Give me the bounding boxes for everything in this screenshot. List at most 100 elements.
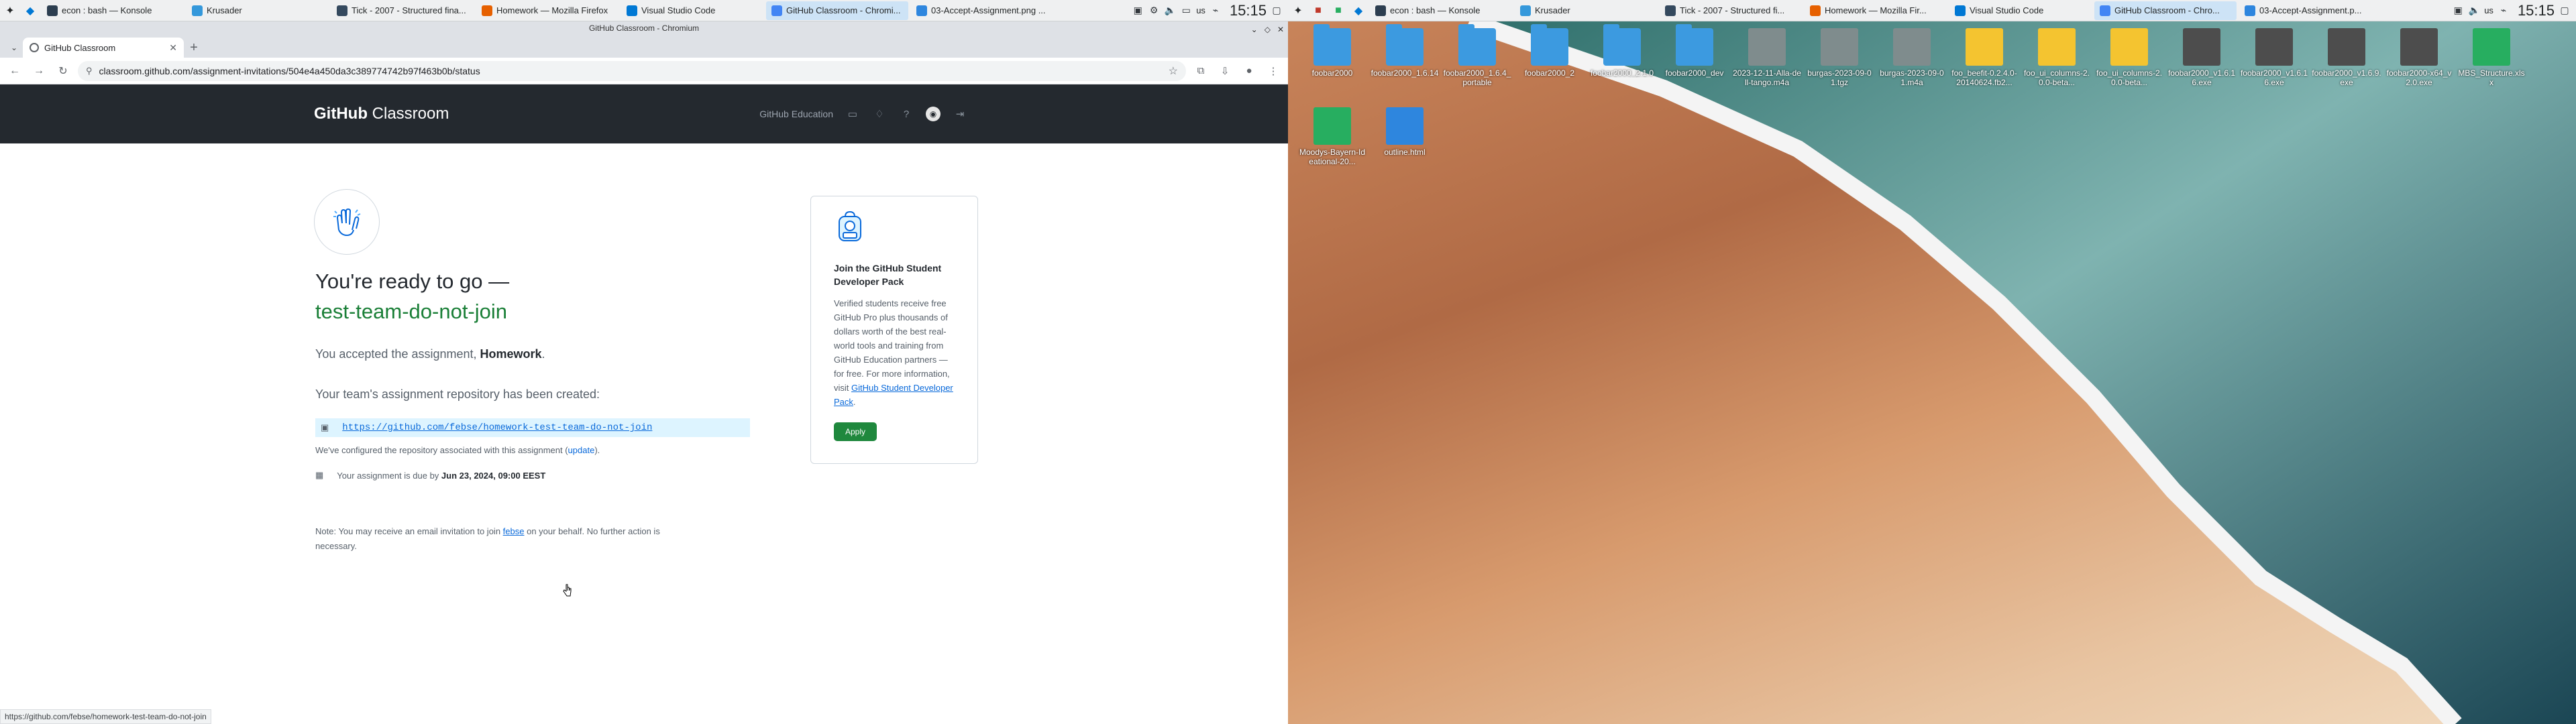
show-desktop-icon[interactable]: ▢ <box>1271 5 1283 17</box>
window-titlebar[interactable]: GitHub Classroom - Chromium ⌄ ◇ ✕ <box>0 21 1288 35</box>
taskbar-task[interactable]: GitHub Classroom - Chromi... <box>766 1 908 20</box>
clock[interactable]: 15:15 <box>2518 2 2555 19</box>
app-icon <box>916 5 927 16</box>
site-info-icon[interactable]: ⚲ <box>86 66 93 76</box>
github-favicon-icon <box>30 43 39 52</box>
back-icon[interactable]: ← <box>5 62 24 80</box>
minimize-icon[interactable]: ⌄ <box>1251 23 1258 36</box>
desktop-icon[interactable]: foobar2000_dev <box>1658 24 1731 107</box>
tray-icon[interactable]: ⚙ <box>1148 5 1160 17</box>
launcher-icon[interactable]: ■ <box>1330 2 1347 19</box>
volume-icon[interactable]: 🔈 <box>1164 5 1176 17</box>
file-icon <box>1821 28 1858 66</box>
close-tab-icon[interactable]: ✕ <box>169 42 177 54</box>
battery-icon[interactable]: ▭ <box>1180 5 1192 17</box>
chat-icon[interactable]: ▭ <box>845 107 860 121</box>
desktop-icon[interactable]: foo_ui_columns-2.0.0-beta... <box>2021 28 2093 107</box>
notifications-icon[interactable]: ♢ <box>872 107 887 121</box>
task-label: 03-Accept-Assignment.png ... <box>931 5 1046 15</box>
bookmark-star-icon[interactable]: ☆ <box>1169 64 1178 78</box>
downloads-icon[interactable]: ⇩ <box>1216 62 1234 80</box>
forward-icon[interactable]: → <box>30 62 48 80</box>
task-label: Tick - 2007 - Structured fi... <box>1680 5 1785 15</box>
tab-github-classroom[interactable]: GitHub Classroom ✕ <box>23 38 184 58</box>
taskbar-task[interactable]: econ : bash — Konsole <box>42 1 184 20</box>
taskbar-task[interactable]: Tick - 2007 - Structured fi... <box>1660 1 1802 20</box>
help-icon[interactable]: ? <box>899 107 914 121</box>
apply-button[interactable]: Apply <box>834 422 877 441</box>
desktop-icon[interactable]: outline.html <box>1368 107 1441 186</box>
desktop-icon[interactable]: burgas-2023-09-01.m4a <box>1876 28 1948 107</box>
clock[interactable]: 15:15 <box>1230 2 1267 19</box>
avatar[interactable]: ◉ <box>926 107 941 121</box>
desktop-icon[interactable]: 2023-12-11-Alla-dell-tango.m4a <box>1731 28 1803 107</box>
vscode-launcher-icon[interactable]: ◆ <box>21 2 39 19</box>
desktop-icon[interactable]: Moodys-Bayern-Ideational-20... <box>1296 107 1368 186</box>
taskbar-task[interactable]: Krusader <box>186 1 329 20</box>
desktop-icon[interactable]: foobar2000_v1.6.16.exe <box>2165 28 2238 107</box>
system-tray: ▣ ⚙ 🔈 ▭ us ⌁ 15:15 ▢ <box>1132 2 1288 19</box>
menu-icon[interactable]: ⋮ <box>1264 62 1283 80</box>
folder-icon <box>1676 24 1713 66</box>
github-education-link[interactable]: GitHub Education <box>759 109 833 119</box>
app-launcher-icon[interactable]: ✦ <box>1 2 19 19</box>
close-icon[interactable]: ✕ <box>1277 23 1284 36</box>
taskbar-task[interactable]: Visual Studio Code <box>1949 1 2092 20</box>
taskbar-task[interactable]: Homework — Mozilla Fir... <box>1805 1 1947 20</box>
desktop-icon[interactable]: foobar2000_1.6.14 <box>1368 24 1441 107</box>
desktop-icon[interactable]: foo_beefit-0.2.4.0-20140624.fb2... <box>1948 28 2021 107</box>
launcher-icon[interactable]: ■ <box>1309 2 1327 19</box>
network-icon[interactable]: ⌁ <box>1210 5 1222 17</box>
address-bar[interactable]: ⚲ classroom.github.com/assignment-invita… <box>78 60 1186 81</box>
maximize-icon[interactable]: ◇ <box>1265 23 1271 36</box>
sign-out-icon[interactable]: ⇥ <box>953 107 967 121</box>
vscode-launcher-icon[interactable]: ◆ <box>1350 2 1367 19</box>
extensions-icon[interactable]: ⧉ <box>1191 62 1210 80</box>
repo-link[interactable]: https://github.com/febse/homework-test-t… <box>342 422 652 433</box>
taskbar-task[interactable]: 03-Accept-Assignment.p... <box>2239 1 2381 20</box>
desktop-icon[interactable]: MBS_Structure.xlsx <box>2455 28 2528 107</box>
keyboard-layout[interactable]: us <box>2484 5 2493 15</box>
desktop-icon[interactable]: foobar2000 <box>1296 24 1368 107</box>
taskbar-task[interactable]: 03-Accept-Assignment.png ... <box>911 1 1053 20</box>
student-pack-link[interactable]: GitHub Student Developer Pack <box>834 383 953 407</box>
update-link[interactable]: update <box>568 445 595 455</box>
desktop-icon[interactable]: foobar2000_1.6.4_portable <box>1441 24 1513 107</box>
new-tab-button[interactable]: + <box>184 38 204 58</box>
tray-icon[interactable]: ▣ <box>2452 5 2464 17</box>
github-classroom-logo[interactable]: GitHub Classroom <box>314 105 449 123</box>
network-icon[interactable]: ⌁ <box>2498 5 2510 17</box>
desktop-icon[interactable]: foobar2000_v1.6.9.exe <box>2310 28 2383 107</box>
taskbar-task[interactable]: Visual Studio Code <box>621 1 763 20</box>
taskbar-task[interactable]: Tick - 2007 - Structured fina... <box>331 1 474 20</box>
folder-icon <box>1531 24 1568 66</box>
taskbar-task[interactable]: econ : bash — Konsole <box>1370 1 1512 20</box>
page-title: You're ready to go — <box>315 269 510 293</box>
profile-icon[interactable]: ● <box>1240 62 1258 80</box>
desktop-icon-label: foobar2000-x64_v2.0.exe <box>2386 68 2452 87</box>
taskbar-task[interactable]: Homework — Mozilla Firefox <box>476 1 619 20</box>
desktop-icon[interactable]: foobar2000_v1.6.16.exe <box>2238 28 2310 107</box>
taskbar-task[interactable]: GitHub Classroom - Chro... <box>2094 1 2237 20</box>
browser-toolbar: ← → ↻ ⚲ classroom.github.com/assignment-… <box>0 58 1288 84</box>
desktop-icon[interactable]: foobar2000_2 <box>1513 24 1586 107</box>
desktop-icon[interactable]: foobar2000-x64_v2.0.exe <box>2383 28 2455 107</box>
app-icon <box>47 5 58 16</box>
task-label: econ : bash — Konsole <box>1390 5 1481 15</box>
desktop-icon[interactable]: foo_ui_columns-2.0.0-beta... <box>2093 28 2165 107</box>
desktop-icon-label: foo_ui_columns-2.0.0-beta... <box>2023 68 2090 87</box>
volume-icon[interactable]: 🔈 <box>2468 5 2480 17</box>
desktop-icon[interactable]: foobar2000_2.1.0 <box>1586 24 1658 107</box>
desktop-icon[interactable]: burgas-2023-09-01.tgz <box>1803 28 1876 107</box>
task-list: econ : bash — Konsole Krusader Tick - 2007… <box>40 1 1055 20</box>
show-desktop-icon[interactable]: ▢ <box>2559 5 2571 17</box>
keyboard-layout[interactable]: us <box>1196 5 1205 15</box>
reload-icon[interactable]: ↻ <box>54 62 72 80</box>
tab-search-icon[interactable]: ⌄ <box>5 38 23 58</box>
file-icon <box>2110 28 2148 66</box>
app-launcher-icon[interactable]: ✦ <box>1289 2 1307 19</box>
taskbar-task[interactable]: Krusader <box>1515 1 1657 20</box>
folder-icon <box>1458 24 1496 66</box>
tray-icon[interactable]: ▣ <box>1132 5 1144 17</box>
org-link[interactable]: febse <box>503 526 525 536</box>
